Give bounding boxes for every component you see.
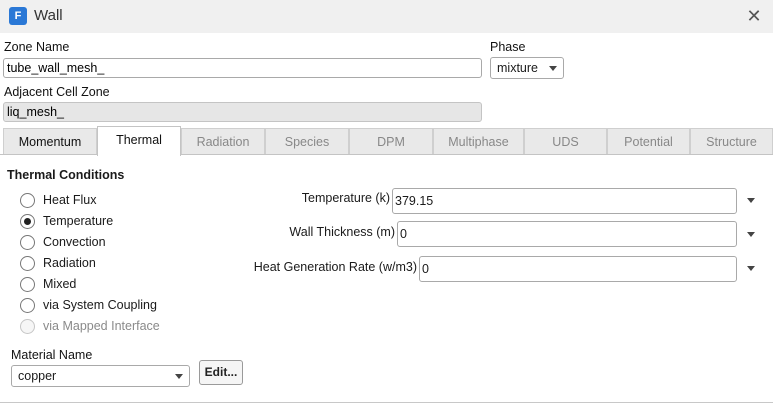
radio-label: Mixed <box>43 277 77 291</box>
radio-label: Heat Flux <box>43 193 97 207</box>
edit-material-button[interactable]: Edit... <box>199 360 243 385</box>
radio-button[interactable] <box>20 256 35 271</box>
tab-structure: Structure <box>690 128 773 155</box>
material-name-label: Material Name <box>11 348 93 362</box>
chevron-down-icon[interactable] <box>747 266 755 271</box>
radio-button[interactable] <box>20 277 35 292</box>
bottom-divider <box>0 402 773 403</box>
radio-label: Temperature <box>43 214 114 228</box>
radio-label: Radiation <box>43 256 96 270</box>
heat-generation-rate-input[interactable]: 0 <box>419 256 737 282</box>
window-title: Wall <box>34 7 63 24</box>
radio-label: via System Coupling <box>43 298 157 312</box>
material-name-dropdown[interactable]: copper <box>11 365 190 387</box>
tab-dpm: DPM <box>349 128 433 155</box>
close-icon[interactable]: ✕ <box>743 5 765 27</box>
wall-thickness-label: Wall Thickness (m) <box>289 225 395 239</box>
material-name-value: copper <box>18 369 57 383</box>
radio-button[interactable] <box>20 193 35 208</box>
tab-thermal[interactable]: Thermal <box>97 126 181 156</box>
chevron-down-icon <box>175 374 183 379</box>
title-bar: F Wall ✕ <box>0 0 773 33</box>
radio-button-selected[interactable] <box>20 214 35 229</box>
wall-thickness-input[interactable]: 0 <box>397 221 737 247</box>
phase-value: mixture <box>497 61 538 75</box>
thermal-conditions-title: Thermal Conditions <box>7 168 125 182</box>
adjacent-cell-zone-label: Adjacent Cell Zone <box>4 85 110 99</box>
tab-radiation: Radiation <box>181 128 265 155</box>
tab-potential: Potential <box>607 128 690 155</box>
chevron-down-icon[interactable] <box>747 198 755 203</box>
radio-button-disabled <box>20 319 35 334</box>
temperature-label: Temperature (k) <box>301 191 390 205</box>
tab-multiphase: Multiphase <box>433 128 524 155</box>
tab-uds: UDS <box>524 128 607 155</box>
zone-name-label: Zone Name <box>4 40 70 54</box>
chevron-down-icon <box>549 66 557 71</box>
phase-label: Phase <box>490 40 526 54</box>
radio-label: Convection <box>43 235 106 249</box>
radio-button[interactable] <box>20 298 35 313</box>
phase-dropdown[interactable]: mixture <box>490 57 564 79</box>
radio-label: via Mapped Interface <box>43 319 160 333</box>
radio-button[interactable] <box>20 235 35 250</box>
adjacent-cell-zone-field: liq_mesh_ <box>3 102 482 122</box>
chevron-down-icon[interactable] <box>747 232 755 237</box>
temperature-input[interactable]: 379.15 <box>392 188 737 214</box>
tab-species: Species <box>265 128 349 155</box>
fluent-app-icon: F <box>9 7 27 25</box>
tab-momentum[interactable]: Momentum <box>3 128 97 155</box>
heat-generation-rate-label: Heat Generation Rate (w/m3) <box>253 260 417 274</box>
tab-bar: Momentum Thermal Radiation Species DPM M… <box>3 126 773 156</box>
zone-name-input[interactable]: tube_wall_mesh_ <box>3 58 482 78</box>
